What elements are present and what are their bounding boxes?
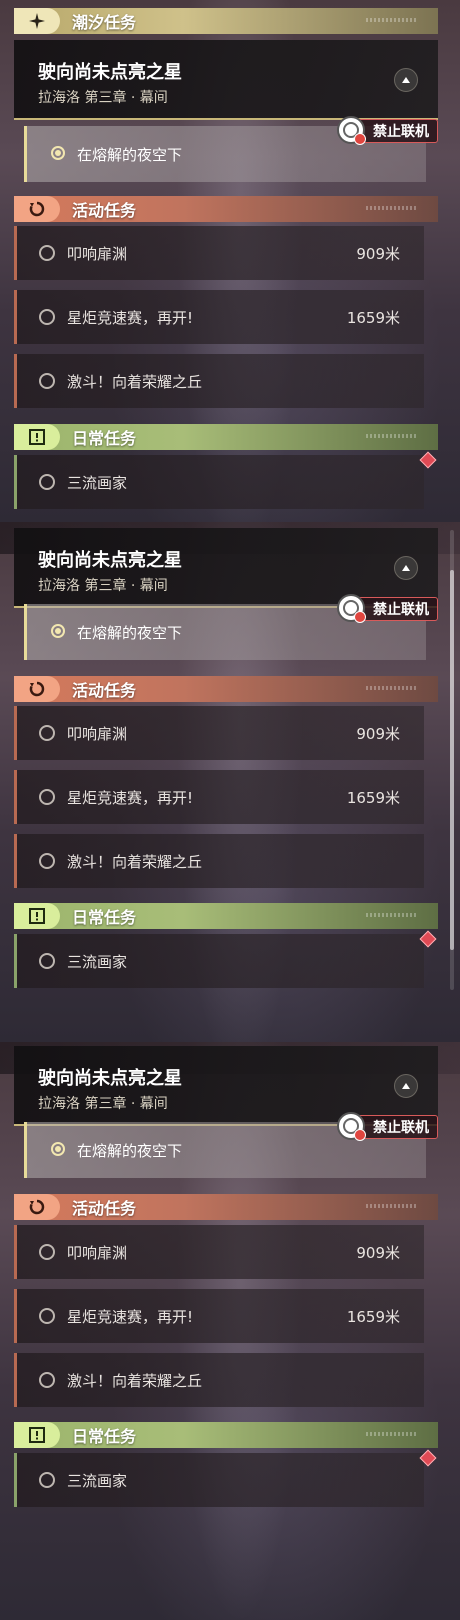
quest-row[interactable]: 激斗！向着荣耀之丘 bbox=[14, 354, 424, 408]
quest-row[interactable]: 星炬竞速赛，再开! 1659米 bbox=[14, 1289, 424, 1343]
quest-label: 星炬竞速赛，再开! bbox=[67, 1308, 194, 1326]
no-multiplayer-badge: 禁止联机 bbox=[337, 116, 438, 145]
category-label: 活动任务 bbox=[72, 201, 137, 220]
quest-row[interactable]: 三流画家 bbox=[14, 1453, 424, 1507]
main-quest-title: 驶向尚未点亮之星 bbox=[38, 62, 182, 83]
category-label: 潮汐任务 bbox=[72, 13, 137, 32]
main-quest-chapter: 拉海洛 第三章 · 幕间 bbox=[38, 1096, 168, 1112]
quest-radio-icon bbox=[39, 725, 55, 741]
main-quest-card[interactable]: 驶向尚未点亮之星 拉海洛 第三章 · 幕间 bbox=[14, 40, 438, 120]
quest-radio-icon bbox=[39, 1472, 55, 1488]
category-daily-quests[interactable]: 日常任务 bbox=[14, 424, 438, 450]
quest-tracker-screenshot: 潮汐任务 驶向尚未点亮之星 拉海洛 第三章 · 幕间 在熔解的夜空下 禁止联机 … bbox=[0, 0, 460, 1620]
exclamation-icon bbox=[14, 424, 60, 450]
quest-radio-icon bbox=[39, 789, 55, 805]
no-multiplayer-icon bbox=[337, 1112, 366, 1141]
quest-label: 三流画家 bbox=[67, 1472, 128, 1490]
category-daily-quests[interactable]: 日常任务 bbox=[14, 903, 438, 929]
chevron-up-icon[interactable] bbox=[394, 1074, 418, 1098]
no-multiplayer-icon bbox=[337, 116, 366, 145]
main-quest-card[interactable]: 驶向尚未点亮之星 拉海洛 第三章 · 幕间 bbox=[14, 528, 438, 608]
quest-distance: 1659米 bbox=[346, 309, 400, 327]
quest-radio-icon bbox=[39, 309, 55, 325]
quest-row[interactable]: 叩响扉渊 909米 bbox=[14, 1225, 424, 1279]
quest-radio-icon bbox=[39, 373, 55, 389]
main-quest-title: 驶向尚未点亮之星 bbox=[38, 550, 182, 571]
no-multiplayer-badge: 禁止联机 bbox=[337, 1112, 438, 1141]
main-quest-chapter: 拉海洛 第三章 · 幕间 bbox=[38, 90, 168, 106]
category-label: 日常任务 bbox=[72, 908, 137, 927]
quest-distance: 1659米 bbox=[346, 789, 400, 807]
category-event-quests[interactable]: 活动任务 bbox=[14, 676, 438, 702]
quest-radio-icon bbox=[39, 245, 55, 261]
quest-label: 叩响扉渊 bbox=[67, 725, 128, 743]
main-quest-card[interactable]: 驶向尚未点亮之星 拉海洛 第三章 · 幕间 bbox=[14, 1046, 438, 1126]
quest-row[interactable]: 星炬竞速赛，再开! 1659米 bbox=[14, 290, 424, 344]
quest-label: 星炬竞速赛，再开! bbox=[67, 309, 194, 327]
refresh-icon bbox=[14, 676, 60, 702]
category-label: 活动任务 bbox=[72, 1199, 137, 1218]
quest-radio-icon bbox=[39, 1244, 55, 1260]
main-quest-title: 驶向尚未点亮之星 bbox=[38, 1068, 182, 1089]
quest-row[interactable]: 三流画家 bbox=[14, 455, 424, 509]
quest-row[interactable]: 叩响扉渊 909米 bbox=[14, 226, 424, 280]
quest-radio-icon bbox=[39, 853, 55, 869]
quest-label: 叩响扉渊 bbox=[67, 1244, 128, 1262]
objective-label: 在熔解的夜空下 bbox=[77, 624, 183, 642]
quest-row[interactable]: 激斗！向着荣耀之丘 bbox=[14, 834, 424, 888]
category-tide-quests[interactable]: 潮汐任务 bbox=[14, 8, 438, 34]
quest-radio-icon bbox=[39, 474, 55, 490]
main-quest-chapter: 拉海洛 第三章 · 幕间 bbox=[38, 578, 168, 594]
category-label: 日常任务 bbox=[72, 429, 137, 448]
quest-label: 激斗！向着荣耀之丘 bbox=[67, 1372, 203, 1390]
chevron-up-icon[interactable] bbox=[394, 556, 418, 580]
objective-radio-icon bbox=[51, 146, 65, 160]
objective-label: 在熔解的夜空下 bbox=[77, 146, 183, 164]
quest-label: 三流画家 bbox=[67, 953, 128, 971]
quest-row[interactable]: 星炬竞速赛，再开! 1659米 bbox=[14, 770, 424, 824]
category-label: 活动任务 bbox=[72, 681, 137, 700]
quest-label: 叩响扉渊 bbox=[67, 245, 128, 263]
quest-row[interactable]: 叩响扉渊 909米 bbox=[14, 706, 424, 760]
no-multiplayer-icon bbox=[337, 594, 366, 623]
quest-row[interactable]: 三流画家 bbox=[14, 934, 424, 988]
category-event-quests[interactable]: 活动任务 bbox=[14, 1194, 438, 1220]
quest-distance: 909米 bbox=[356, 245, 400, 263]
category-event-quests[interactable]: 活动任务 bbox=[14, 196, 438, 222]
refresh-icon bbox=[14, 1194, 60, 1220]
restriction-label: 禁止联机 bbox=[373, 124, 429, 140]
quest-radio-icon bbox=[39, 1308, 55, 1324]
quest-row[interactable]: 激斗！向着荣耀之丘 bbox=[14, 1353, 424, 1407]
exclamation-icon bbox=[14, 1422, 60, 1448]
restriction-label: 禁止联机 bbox=[373, 1120, 429, 1136]
scrollbar[interactable] bbox=[450, 530, 454, 990]
quest-label: 激斗！向着荣耀之丘 bbox=[67, 853, 203, 871]
quest-distance: 909米 bbox=[356, 1244, 400, 1262]
objective-label: 在熔解的夜空下 bbox=[77, 1142, 183, 1160]
quest-radio-icon bbox=[39, 1372, 55, 1388]
restriction-label: 禁止联机 bbox=[373, 602, 429, 618]
exclamation-icon bbox=[14, 903, 60, 929]
quest-label: 三流画家 bbox=[67, 474, 128, 492]
quest-label: 星炬竞速赛，再开! bbox=[67, 789, 194, 807]
category-daily-quests[interactable]: 日常任务 bbox=[14, 1422, 438, 1448]
quest-label: 激斗！向着荣耀之丘 bbox=[67, 373, 203, 391]
no-multiplayer-badge: 禁止联机 bbox=[337, 594, 438, 623]
quest-distance: 1659米 bbox=[346, 1308, 400, 1326]
quest-radio-icon bbox=[39, 953, 55, 969]
objective-radio-icon bbox=[51, 1142, 65, 1156]
sparkle-icon bbox=[14, 8, 60, 34]
objective-radio-icon bbox=[51, 624, 65, 638]
refresh-icon bbox=[14, 196, 60, 222]
category-label: 日常任务 bbox=[72, 1427, 137, 1446]
chevron-up-icon[interactable] bbox=[394, 68, 418, 92]
quest-distance: 909米 bbox=[356, 725, 400, 743]
